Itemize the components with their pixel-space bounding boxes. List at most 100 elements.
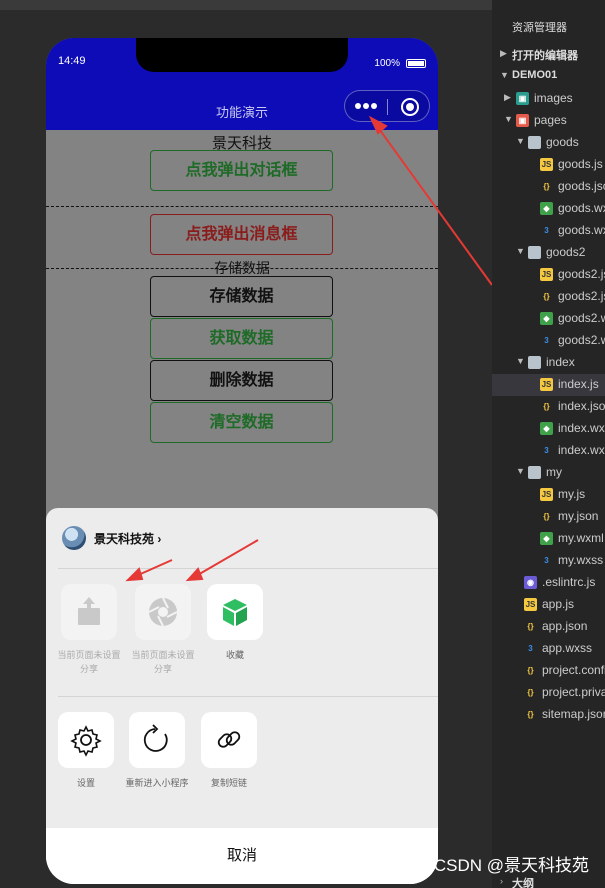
- share-to-moments-action[interactable]: 当前页面未设置分享: [128, 584, 198, 676]
- file-item[interactable]: {} sitemap.json: [492, 704, 605, 726]
- clear-data-button[interactable]: 清空数据: [150, 402, 333, 443]
- file-item[interactable]: 3 app.wxss: [492, 638, 605, 660]
- reenter-action[interactable]: 重新进入小程序: [122, 712, 192, 790]
- file-item[interactable]: ◆ my.wxml: [492, 528, 605, 550]
- file-label: my.json: [558, 509, 599, 523]
- delete-data-button[interactable]: 删除数据: [150, 360, 333, 401]
- file-label: goods2.json: [558, 289, 605, 303]
- file-item[interactable]: ◆ goods2.wxml: [492, 308, 605, 330]
- share-to-friend-action[interactable]: 当前页面未设置分享: [54, 584, 124, 676]
- file-item[interactable]: JS index.js: [492, 374, 605, 396]
- battery-percentage: 100%: [374, 58, 400, 69]
- more-menu-icon[interactable]: [355, 100, 385, 112]
- cancel-button[interactable]: 取消: [46, 828, 438, 884]
- file-label: images: [534, 91, 573, 105]
- file-label: my.wxss: [558, 553, 604, 567]
- favorite-cube-icon: [207, 584, 263, 640]
- show-dialog-button[interactable]: 点我弹出对话框: [150, 150, 333, 191]
- get-data-button[interactable]: 获取数据: [150, 318, 333, 359]
- capsule-divider: [387, 99, 388, 115]
- folder-item[interactable]: ▶ ▣ images: [492, 88, 605, 110]
- wxml-file-icon: ◆: [540, 202, 553, 215]
- file-item[interactable]: {} project.config.json: [492, 660, 605, 682]
- file-label: project.config.json: [542, 663, 605, 677]
- wxml-file-icon: ◆: [540, 422, 553, 435]
- file-label: index: [546, 355, 575, 369]
- chevron-down-icon: ▼: [516, 136, 525, 146]
- file-label: pages: [534, 113, 567, 127]
- json-file-icon: {}: [527, 666, 534, 675]
- wxml-file-icon: ◆: [540, 532, 553, 545]
- file-label: app.wxss: [542, 641, 593, 655]
- folder-file-icon: [528, 356, 541, 369]
- folder-item[interactable]: ▼ goods2: [492, 242, 605, 264]
- settings-action[interactable]: 设置: [51, 712, 121, 790]
- moments-icon: [135, 584, 191, 640]
- phone-notch: [136, 38, 348, 72]
- status-time: 14:49: [58, 55, 86, 67]
- js-file-icon: JS: [540, 268, 553, 281]
- file-item[interactable]: 3 goods2.wxss: [492, 330, 605, 352]
- open-editors-section[interactable]: ▶ 打开的编辑器: [492, 44, 605, 66]
- share-caption: 当前页面未设置分享: [57, 650, 121, 674]
- wxss-file-icon: 3: [528, 644, 533, 653]
- file-item[interactable]: 3 goods.wxss: [492, 220, 605, 242]
- avatar: [62, 526, 86, 550]
- json-file-icon: {}: [527, 622, 534, 631]
- file-item[interactable]: {} project.private.config.json: [492, 682, 605, 704]
- favorite-action[interactable]: 收藏: [200, 584, 270, 662]
- store-data-button[interactable]: 存储数据: [150, 276, 333, 317]
- file-item[interactable]: {} my.json: [492, 506, 605, 528]
- folder-file-icon: [528, 136, 541, 149]
- file-label: goods2: [546, 245, 586, 259]
- folder-item[interactable]: ▼ my: [492, 462, 605, 484]
- file-item[interactable]: {} goods2.json: [492, 286, 605, 308]
- wxss-file-icon: 3: [544, 556, 549, 565]
- file-label: my.js: [558, 487, 586, 501]
- wxss-file-icon: 3: [544, 226, 549, 235]
- file-item[interactable]: JS my.js: [492, 484, 605, 506]
- file-item[interactable]: JS goods.js: [492, 154, 605, 176]
- file-item[interactable]: {} goods.json: [492, 176, 605, 198]
- moments-caption: 当前页面未设置分享: [131, 650, 195, 674]
- chevron-down-icon: ▼: [500, 70, 509, 80]
- folder-item[interactable]: ▼ goods: [492, 132, 605, 154]
- file-label: my: [546, 465, 562, 479]
- file-item[interactable]: ◉ .eslintrc.js: [492, 572, 605, 594]
- folder-item[interactable]: ▼ index: [492, 352, 605, 374]
- file-label: index.wxml: [558, 421, 605, 435]
- chevron-right-icon: ›: [157, 532, 162, 546]
- exit-mini-program-icon[interactable]: [401, 98, 419, 116]
- file-item[interactable]: 3 index.wxss: [492, 440, 605, 462]
- file-item[interactable]: ◆ index.wxml: [492, 418, 605, 440]
- ide-top-strip: [0, 0, 492, 10]
- chevron-down-icon: ▼: [516, 466, 525, 476]
- file-label: .eslintrc.js: [542, 575, 596, 589]
- account-name: 景天科技苑 ›: [94, 532, 162, 546]
- file-item[interactable]: 3 my.wxss: [492, 550, 605, 572]
- folder-pages-file-icon: ▣: [516, 114, 529, 127]
- file-item[interactable]: JS goods2.js: [492, 264, 605, 286]
- copy-link-action[interactable]: 复制短链: [194, 712, 264, 790]
- file-item[interactable]: {} app.json: [492, 616, 605, 638]
- reenter-caption: 重新进入小程序: [125, 778, 189, 788]
- file-label: goods2.js: [558, 267, 605, 281]
- chevron-right-icon: ▶: [504, 92, 511, 102]
- folder-item[interactable]: ▼ ▣ pages: [492, 110, 605, 132]
- file-item[interactable]: JS app.js: [492, 594, 605, 616]
- show-toast-button[interactable]: 点我弹出消息框: [150, 214, 333, 255]
- link-icon: [201, 712, 257, 768]
- js-file-icon: JS: [540, 158, 553, 171]
- file-label: index.wxss: [558, 443, 605, 457]
- wxml-file-icon: ◆: [540, 312, 553, 325]
- chevron-down-icon: ▼: [516, 246, 525, 256]
- wxss-file-icon: 3: [544, 336, 549, 345]
- refresh-icon: [129, 712, 185, 768]
- file-item[interactable]: {} index.json: [492, 396, 605, 418]
- file-label: index.json: [558, 399, 605, 413]
- file-item[interactable]: ◆ goods.wxml: [492, 198, 605, 220]
- sheet-divider-2: [58, 696, 438, 697]
- project-section[interactable]: ▼ DEMO01: [492, 66, 605, 88]
- copy-link-caption: 复制短链: [210, 778, 247, 788]
- battery-icon: [406, 59, 426, 68]
